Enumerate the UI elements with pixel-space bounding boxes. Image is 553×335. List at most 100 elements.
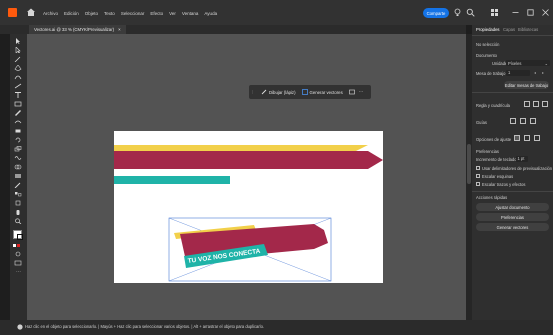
scale-tool-icon[interactable]: [14, 146, 22, 152]
menu-items: Archivo Edición Objeto Texto Seleccionar…: [43, 11, 217, 16]
eyedropper-tool-icon[interactable]: [14, 182, 22, 188]
edit-artboards-button[interactable]: Editar mesas de trabajo: [504, 81, 549, 89]
document-setup-button[interactable]: Ajustar documento: [476, 203, 549, 211]
shape-builder-tool-icon[interactable]: [14, 164, 22, 170]
magic-wand-tool-icon[interactable]: [14, 56, 22, 62]
stroke-color-swatch[interactable]: [17, 234, 23, 240]
artboard-tool-icon[interactable]: [14, 200, 22, 206]
share-button[interactable]: Comparte: [423, 8, 449, 18]
type-tool-icon[interactable]: [14, 92, 22, 98]
rotate-tool-icon[interactable]: [14, 137, 22, 143]
panel-divider: [472, 35, 553, 36]
pixel-grid-icon[interactable]: [542, 101, 548, 107]
document-tab-close[interactable]: ×: [118, 27, 121, 32]
menu-bar: Archivo Edición Objeto Texto Seleccionar…: [0, 0, 553, 25]
menu-objeto[interactable]: Objeto: [85, 11, 98, 16]
status-message: Haz clic en el objeto para seleccionarlo…: [25, 324, 264, 329]
line-tool-icon[interactable]: [14, 83, 22, 89]
draw-mode-icon[interactable]: [14, 251, 22, 257]
pencil-icon: [261, 89, 267, 95]
chevron-down-icon: ⌄: [544, 60, 548, 66]
gradient-mode-button[interactable]: [17, 244, 20, 247]
keyboard-increment-label: Incremento de teclado:: [476, 157, 518, 162]
zoom-tool-icon[interactable]: [14, 218, 22, 224]
tab-libraries[interactable]: Bibliotecas: [518, 27, 538, 32]
warp-tool-icon[interactable]: [14, 155, 22, 161]
image-icon[interactable]: [348, 89, 355, 95]
close-icon[interactable]: [541, 8, 550, 17]
generate-vectors-button[interactable]: Generar vectores: [310, 90, 343, 95]
eraser-tool-icon[interactable]: [14, 128, 22, 134]
checkbox-scale-corners-label: Escalar esquinas: [482, 174, 514, 179]
curvature-tool-icon[interactable]: [14, 74, 22, 80]
blend-tool-icon[interactable]: [14, 191, 22, 197]
tab-layers[interactable]: Capas: [503, 27, 515, 32]
status-bar: Haz clic en el objeto para seleccionarlo…: [0, 320, 553, 335]
teal-ribbon[interactable]: [114, 176, 230, 184]
panel-divider: [472, 191, 553, 192]
units-select-value: Píxeles: [508, 60, 522, 66]
draw-pencil-button[interactable]: Dibujar (lápiz): [269, 90, 296, 95]
color-mode-button[interactable]: [13, 244, 16, 247]
maximize-icon[interactable]: [526, 8, 535, 17]
more-options-button[interactable]: ⋯: [359, 89, 363, 95]
snap-to-pixel-icon[interactable]: [524, 135, 530, 141]
menu-ayuda[interactable]: Ayuda: [204, 11, 217, 16]
gradient-tool-icon[interactable]: [14, 173, 22, 179]
screen-mode-icon[interactable]: [14, 260, 22, 266]
banner-logo-group[interactable]: TU VOZ NOS CONECTA: [168, 217, 332, 282]
menu-texto[interactable]: Texto: [104, 11, 115, 16]
checkbox-preview-bounds-label: Usar delimitadores de previsualización: [482, 166, 553, 171]
edit-toolbar-icon[interactable]: ⋯: [14, 269, 23, 275]
artboard-next-icon[interactable]: ▸: [542, 70, 544, 75]
menu-edicion[interactable]: Edición: [64, 11, 79, 16]
home-icon[interactable]: [26, 7, 36, 17]
preferences-button[interactable]: Preferencias: [476, 213, 549, 221]
document-tab-title: Vectores.ai @ 33 % (CMYK/Previsualizar): [34, 27, 115, 32]
checkbox-preview-bounds[interactable]: [476, 166, 480, 170]
yellow-ribbon[interactable]: [114, 145, 368, 151]
workspace-switcher-icon[interactable]: [490, 8, 499, 17]
direct-selection-tool-icon[interactable]: [14, 47, 22, 53]
checkbox-scale-strokes[interactable]: [476, 182, 480, 186]
bulb-icon[interactable]: [453, 8, 462, 17]
snap-to-glyph-icon[interactable]: [534, 135, 540, 141]
search-icon[interactable]: [466, 8, 475, 17]
rectangle-tool-icon[interactable]: [14, 101, 22, 107]
units-select[interactable]: Píxeles ⌄: [506, 60, 550, 66]
menu-seleccionar[interactable]: Seleccionar: [121, 11, 145, 16]
show-guides-icon[interactable]: [510, 118, 516, 124]
maroon-ribbon-arrow[interactable]: [114, 151, 383, 169]
menu-efecto[interactable]: Efecto: [150, 11, 163, 16]
tab-properties[interactable]: Propiedades: [476, 27, 500, 32]
app-logo[interactable]: [8, 8, 17, 17]
panel-divider: [472, 92, 553, 93]
artboard-label: Mesa de trabajo: [476, 71, 506, 76]
menu-ventana[interactable]: Ventana: [182, 11, 199, 16]
generate-vectors-panel-button[interactable]: Generar vectores: [476, 223, 549, 231]
document-tab[interactable]: Vectores.ai @ 33 % (CMYK/Previsualizar) …: [29, 25, 126, 34]
drag-handle[interactable]: ⁞: [252, 90, 257, 95]
grid-icon[interactable]: [533, 101, 539, 107]
shaper-tool-icon[interactable]: [14, 119, 22, 125]
artboard[interactable]: TU VOZ NOS CONECTA: [114, 131, 383, 283]
lock-guides-icon[interactable]: [520, 118, 526, 124]
pen-tool-icon[interactable]: [14, 65, 22, 71]
scrollbar-thumb[interactable]: [467, 144, 471, 184]
artboard-select[interactable]: 1: [506, 70, 530, 76]
minimize-icon[interactable]: [511, 8, 520, 17]
smart-guides-icon[interactable]: [530, 118, 536, 124]
menu-ver[interactable]: Ver: [169, 11, 176, 16]
artboard-select-value: 1: [508, 70, 511, 75]
snap-to-point-icon[interactable]: [514, 135, 520, 141]
checkbox-scale-corners[interactable]: [476, 174, 480, 178]
keyboard-increment-field[interactable]: 1 pt: [516, 156, 528, 162]
artboard-prev-icon[interactable]: ◂: [534, 70, 536, 75]
hand-tool-icon[interactable]: [14, 209, 22, 215]
selection-tool-icon[interactable]: [14, 38, 22, 44]
artwork: TU VOZ NOS CONECTA: [114, 145, 383, 282]
rulers-icon[interactable]: [524, 101, 530, 107]
menu-archivo[interactable]: Archivo: [43, 11, 58, 16]
guides-label: Guías: [476, 120, 487, 125]
paintbrush-tool-icon[interactable]: [14, 110, 22, 116]
